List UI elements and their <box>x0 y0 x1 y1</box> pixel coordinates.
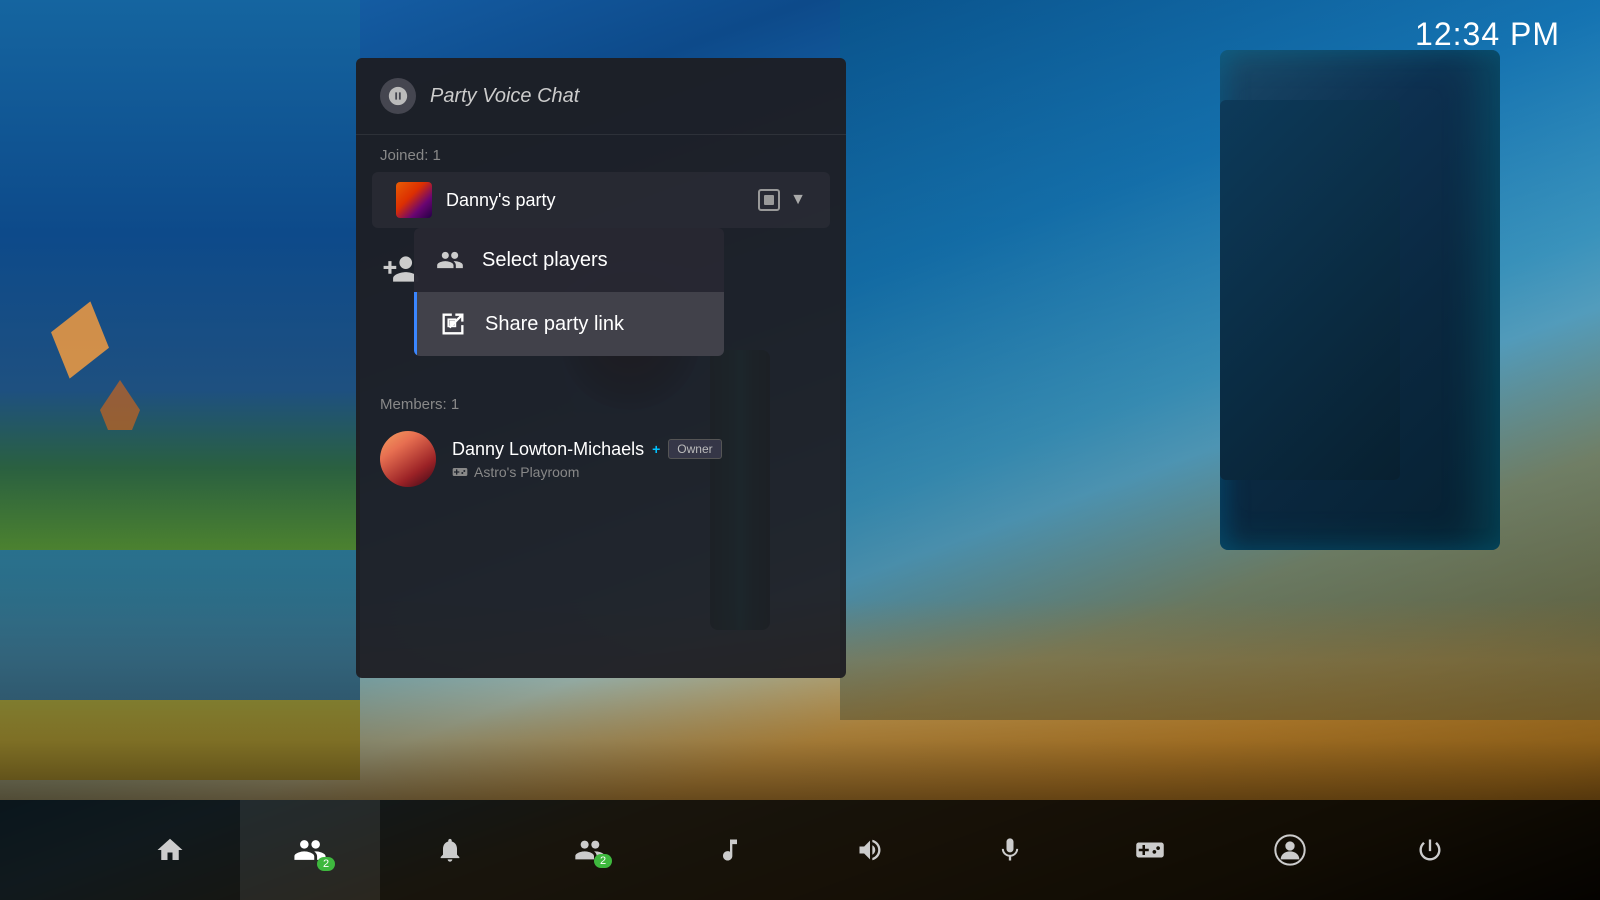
nav-item-power[interactable] <box>1360 800 1500 900</box>
nav-item-mic[interactable] <box>940 800 1080 900</box>
music-icon <box>716 836 744 864</box>
bottom-nav: 2 2 <box>0 800 1600 900</box>
select-players-label: Select players <box>482 249 608 272</box>
nav-item-profile[interactable] <box>1220 800 1360 900</box>
member-info: Danny Lowton-Michaels + Owner Astro's Pl… <box>452 439 822 480</box>
owner-badge: Owner <box>668 439 721 459</box>
controller-icon <box>452 464 468 480</box>
ps-icon <box>380 78 416 114</box>
share-party-link-label: Share party link <box>485 313 624 336</box>
party-row[interactable]: Danny's party ▼ <box>372 172 830 228</box>
clock: 12:34 PM <box>1415 16 1560 53</box>
add-player-area: Select players Share party link <box>356 228 846 290</box>
nav-item-audio[interactable] <box>800 800 940 900</box>
member-name-text: Danny Lowton-Michaels <box>452 439 644 460</box>
home-icon <box>155 835 185 865</box>
member-game-text: Astro's Playroom <box>474 464 579 480</box>
nav-item-home[interactable] <box>100 800 240 900</box>
stop-icon <box>758 189 780 211</box>
party-icon: 2 <box>293 833 327 867</box>
bell-icon <box>436 836 464 864</box>
party-avatar <box>396 182 432 218</box>
member-avatar <box>380 431 436 487</box>
nav-item-notifications[interactable] <box>380 800 520 900</box>
chevron-down-icon: ▼ <box>790 191 806 209</box>
member-game-row: Astro's Playroom <box>452 464 822 480</box>
nav-item-friends[interactable]: 2 <box>520 800 660 900</box>
joined-count: Joined: 1 <box>356 135 846 172</box>
share-party-link-item[interactable]: Share party link <box>414 292 724 356</box>
friends-badge: 2 <box>594 854 612 868</box>
member-name-row: Danny Lowton-Michaels + Owner <box>452 439 822 460</box>
nav-item-music[interactable] <box>660 800 800 900</box>
clock-time: 12:34 PM <box>1415 16 1560 52</box>
member-row[interactable]: Danny Lowton-Michaels + Owner Astro's Pl… <box>356 421 846 497</box>
select-players-icon <box>434 244 466 276</box>
select-players-item[interactable]: Select players <box>414 228 724 292</box>
add-player-dropdown: Select players Share party link <box>414 228 724 356</box>
water-area <box>0 550 360 700</box>
friends-icon: 2 <box>574 834 606 866</box>
profile-icon <box>1274 834 1306 866</box>
party-name: Danny's party <box>446 190 744 211</box>
power-icon <box>1416 836 1444 864</box>
nav-item-party[interactable]: 2 <box>240 800 380 900</box>
party-badge: 2 <box>317 857 335 871</box>
members-count: Members: 1 <box>356 380 846 421</box>
mic-icon <box>996 836 1024 864</box>
party-panel: Party Voice Chat Joined: 1 Danny's party… <box>356 58 846 678</box>
gamepad-icon <box>1135 835 1165 865</box>
party-icons: ▼ <box>758 189 806 211</box>
ps-plus-icon: + <box>652 441 660 457</box>
share-party-link-icon <box>437 308 469 340</box>
speaker-icon <box>856 836 884 864</box>
panel-header: Party Voice Chat <box>356 58 846 135</box>
nav-item-gamepad[interactable] <box>1080 800 1220 900</box>
panel-title: Party Voice Chat <box>430 85 579 108</box>
